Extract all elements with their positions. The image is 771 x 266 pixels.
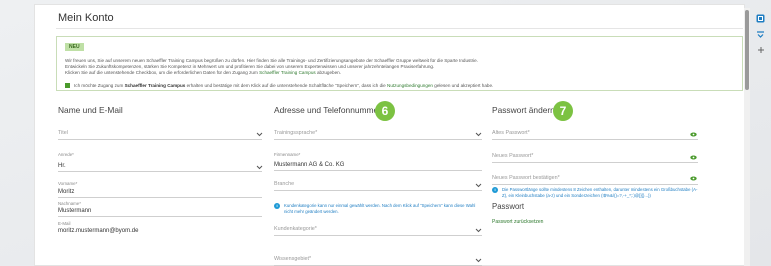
salutation-select[interactable] bbox=[58, 162, 262, 172]
salutation-value: Hr. bbox=[58, 163, 66, 169]
chevron-down-icon[interactable] bbox=[475, 182, 482, 188]
password-section-heading: Passwort bbox=[492, 202, 525, 211]
chevron-down-icon[interactable] bbox=[256, 131, 263, 137]
firstname-value: Moritz bbox=[58, 189, 75, 195]
chevron-down-icon[interactable] bbox=[475, 257, 482, 263]
chevron-down-icon[interactable] bbox=[475, 227, 482, 233]
customer-category-info-text: Kundenkategorie kann nur einmal gewählt … bbox=[284, 203, 476, 214]
consent-checkbox-icon[interactable] bbox=[65, 83, 70, 88]
scrollbar-thumb[interactable] bbox=[745, 10, 749, 90]
lastname-label: Nachname* bbox=[58, 201, 81, 206]
salutation-label: Anrede* bbox=[58, 152, 74, 157]
info-icon: i bbox=[492, 187, 498, 193]
consent-row: Ich möchte Zugang zum Schaeffler Trainin… bbox=[65, 83, 493, 88]
title-placeholder: Titel bbox=[58, 130, 68, 136]
email-label: E-Mail bbox=[58, 221, 71, 226]
campus-link[interactable]: Schaeffler Training Campus bbox=[259, 70, 316, 75]
eye-icon[interactable] bbox=[690, 155, 697, 160]
firstname-input[interactable] bbox=[58, 188, 262, 198]
collapse-icon[interactable] bbox=[755, 28, 766, 39]
name-email-heading: Name und E-Mail bbox=[58, 105, 123, 115]
customer-category-info: i Kundenkategorie kann nur einmal gewähl… bbox=[274, 203, 482, 214]
title-divider bbox=[56, 28, 743, 29]
consent-text: Ich möchte Zugang zum Schaeffler Trainin… bbox=[74, 83, 493, 88]
step-marker-7: 7 bbox=[553, 101, 573, 121]
password-rules-info: i Die Passwortlänge sollte mindestens 8 … bbox=[492, 187, 698, 198]
reset-password-link[interactable]: Passwort zurücksetzen bbox=[492, 219, 543, 225]
info-icon: i bbox=[274, 203, 280, 209]
plus-icon[interactable] bbox=[755, 44, 766, 55]
password-rules-text: Die Passwortlänge sollte mindestens 8 Ze… bbox=[502, 187, 698, 198]
settings-icon[interactable] bbox=[755, 13, 766, 24]
customer-category-placeholder: Kundenkategorie* bbox=[274, 226, 317, 232]
notice-line-3-text: Klicken Sie auf die untenstehende Checkb… bbox=[65, 70, 260, 75]
consent-text-c: gelesen und akzeptiert habe. bbox=[433, 83, 494, 88]
company-value: Mustermann AG & Co. KG bbox=[274, 162, 345, 168]
consent-text-b: erhalten und bestätige mit dem Klick auf… bbox=[185, 83, 388, 88]
chevron-down-icon[interactable] bbox=[475, 131, 482, 137]
notice-box: NEU Wir freuen uns, Sie auf unserem neue… bbox=[56, 36, 743, 91]
company-label: Firmenname* bbox=[274, 152, 301, 157]
address-phone-heading: Adresse und Telefonnummer bbox=[274, 105, 381, 115]
notice-line-3: Klicken Sie auf die untenstehende Checkb… bbox=[65, 70, 735, 76]
knowledge-area-placeholder: Wissensgebiet* bbox=[274, 256, 312, 262]
page-title: Mein Konto bbox=[58, 12, 114, 24]
eye-icon[interactable] bbox=[690, 132, 697, 137]
new-badge: NEU bbox=[65, 43, 84, 51]
terms-link[interactable]: Nutzungsbedingungen bbox=[387, 83, 433, 88]
lastname-value: Mustermann bbox=[58, 208, 92, 214]
title-select[interactable] bbox=[58, 130, 262, 140]
email-value: moritz.mustermann@byom.de bbox=[58, 228, 139, 234]
firstname-label: Vorname* bbox=[58, 181, 78, 186]
chevron-down-icon[interactable] bbox=[256, 164, 263, 170]
consent-text-a: Ich möchte Zugang zum bbox=[74, 83, 125, 88]
new-password-placeholder: Neues Passwort* bbox=[492, 153, 534, 159]
change-password-heading: Passwort ändern bbox=[492, 105, 555, 115]
step-marker-6: 6 bbox=[375, 101, 395, 121]
old-password-placeholder: Altes Passwort* bbox=[492, 130, 530, 136]
eye-icon[interactable] bbox=[690, 176, 697, 181]
confirm-password-placeholder: Neues Passwort bestätigen* bbox=[492, 175, 560, 181]
notice-text: Wir freuen uns, Sie auf unserem neuen Sc… bbox=[65, 58, 735, 76]
branch-select[interactable] bbox=[274, 181, 482, 191]
branch-placeholder: Branche bbox=[274, 181, 295, 187]
consent-campus-bold: Schaeffler Training Campus bbox=[124, 83, 186, 88]
notice-line-3-end: abzugeben. bbox=[315, 70, 341, 75]
training-language-placeholder: Trainingssprache* bbox=[274, 130, 318, 136]
